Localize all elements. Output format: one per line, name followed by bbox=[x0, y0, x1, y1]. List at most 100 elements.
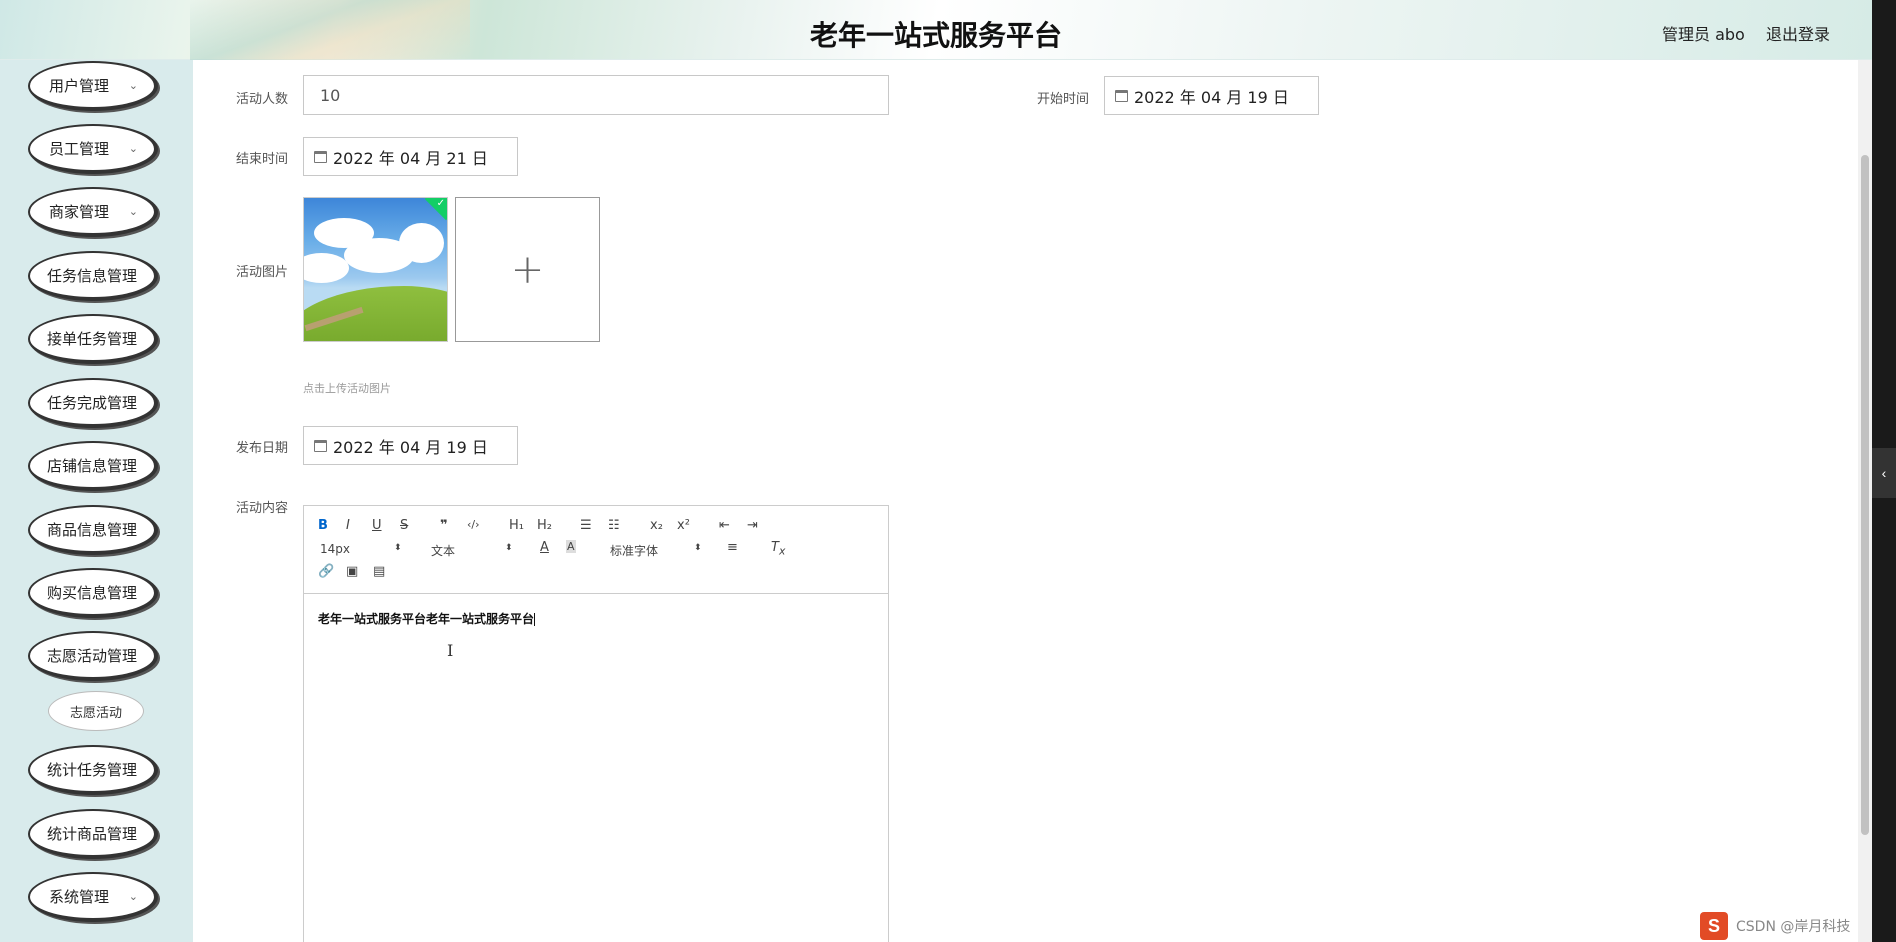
outdent-button[interactable]: ⇤ bbox=[719, 518, 730, 533]
sidebar-item-label: 系统管理 bbox=[48, 887, 109, 906]
sidebar-item-product-info[interactable]: 商品信息管理 bbox=[28, 505, 158, 555]
h1-button[interactable]: H₁ bbox=[509, 518, 524, 533]
image-label: 活动图片 bbox=[236, 265, 289, 280]
sidebar-item-merchant-management[interactable]: 商家管理 ⌄ bbox=[28, 187, 158, 237]
italic-button[interactable]: I bbox=[346, 518, 350, 533]
calendar-icon bbox=[1115, 89, 1128, 102]
sidebar-item-label: 志愿活动管理 bbox=[46, 646, 137, 665]
font-family-select[interactable]: 标准字体 ⬍ bbox=[610, 542, 702, 559]
ordered-list-button[interactable]: ☰ bbox=[580, 518, 592, 533]
start-time-picker[interactable]: 2022 年 04 月 19 日 bbox=[1104, 76, 1319, 115]
sidebar-item-label: 员工管理 bbox=[48, 139, 109, 158]
content-label: 活动内容 bbox=[236, 501, 289, 516]
page-scrollbar[interactable] bbox=[1858, 60, 1872, 942]
font-family-value: 标准字体 bbox=[610, 544, 659, 558]
sidebar-item-volunteer-activity[interactable]: 志愿活动管理 bbox=[28, 631, 158, 681]
sidebar-item-system-management[interactable]: 系统管理 ⌄ bbox=[28, 872, 158, 922]
link-icon[interactable]: 🔗 bbox=[318, 564, 334, 579]
sidebar-item-product-stats[interactable]: 统计商品管理 bbox=[28, 809, 158, 859]
start-time-value: 2022 年 04 月 19 日 bbox=[1134, 87, 1289, 107]
start-time-label: 开始时间 bbox=[1037, 92, 1090, 107]
clear-format-icon[interactable]: Tx bbox=[771, 540, 785, 558]
sidebar-item-task-info[interactable]: 任务信息管理 bbox=[28, 251, 158, 301]
publish-date-picker[interactable]: 2022 年 04 月 19 日 bbox=[303, 426, 518, 465]
blockquote-button[interactable]: ❞ bbox=[440, 518, 448, 533]
bullet-list-button[interactable]: ☷ bbox=[608, 518, 620, 533]
sidebar-item-label: 用户管理 bbox=[48, 76, 109, 95]
sidebar-item-label: 购买信息管理 bbox=[46, 583, 137, 602]
strike-button[interactable]: S bbox=[400, 518, 408, 533]
upload-hint: 点击上传活动图片 bbox=[303, 382, 391, 395]
image-upload-button[interactable]: + bbox=[455, 197, 600, 342]
sidebar-item-shop-info[interactable]: 店铺信息管理 bbox=[28, 441, 158, 491]
chevron-down-icon: ⌄ bbox=[128, 80, 138, 92]
sidebar-item-label: 商品信息管理 bbox=[46, 520, 137, 539]
underline-button[interactable]: U bbox=[372, 518, 382, 533]
bold-button[interactable]: B bbox=[318, 518, 328, 533]
video-icon[interactable]: ▤ bbox=[373, 564, 385, 579]
sidebar-item-label: 任务完成管理 bbox=[46, 393, 137, 412]
sidebar-subitem-volunteer[interactable]: 志愿活动 bbox=[48, 691, 144, 731]
end-time-picker[interactable]: 2022 年 04 月 21 日 bbox=[303, 137, 518, 176]
sidebar-item-label: 统计商品管理 bbox=[46, 824, 137, 843]
select-arrow-icon: ⬍ bbox=[505, 543, 513, 553]
font-color-button[interactable]: A bbox=[540, 540, 549, 555]
sidebar-item-staff-management[interactable]: 员工管理 ⌄ bbox=[28, 124, 158, 174]
code-block-button[interactable]: ‹/› bbox=[467, 518, 480, 531]
sidebar: 用户管理 ⌄ 员工管理 ⌄ 商家管理 ⌄ 任务信息管理 接单任务管理 任务完成管… bbox=[0, 60, 193, 942]
end-time-value: 2022 年 04 月 21 日 bbox=[333, 148, 488, 168]
font-size-value: 14px bbox=[320, 542, 350, 556]
subscript-button[interactable]: x₂ bbox=[650, 518, 663, 533]
cloud-shape bbox=[399, 223, 444, 263]
font-size-select[interactable]: 14px ⬍ bbox=[320, 542, 402, 556]
chevron-down-icon: ⌄ bbox=[128, 143, 138, 155]
h2-button[interactable]: H₂ bbox=[537, 518, 552, 533]
participants-input[interactable]: 10 bbox=[303, 75, 889, 115]
rich-text-editor[interactable]: B I U S ❞ ‹/› H₁ H₂ ☰ ☷ x₂ x² ⇤ ⇥ 14px ⬍… bbox=[303, 505, 889, 942]
watermark-text: CSDN @岸月科技 bbox=[1736, 919, 1851, 935]
page-title: 老年一站式服务平台 bbox=[809, 19, 1062, 52]
sidebar-item-purchase-info[interactable]: 购买信息管理 bbox=[28, 568, 158, 618]
calendar-icon bbox=[314, 150, 327, 163]
check-icon: ✓ bbox=[436, 198, 445, 209]
uploaded-image-thumbnail[interactable]: ✓ bbox=[303, 197, 448, 342]
chevron-down-icon: ⌄ bbox=[128, 891, 138, 903]
csdn-logo-icon: S bbox=[1700, 912, 1728, 940]
chevron-left-icon[interactable]: ‹ bbox=[1872, 448, 1896, 498]
header-format-value: 文本 bbox=[431, 544, 456, 558]
superscript-button[interactable]: x² bbox=[677, 518, 690, 533]
select-arrow-icon: ⬍ bbox=[694, 543, 702, 553]
logout-link[interactable]: 退出登录 bbox=[1766, 21, 1830, 45]
editor-content[interactable]: 老年一站式服务平台老年一站式服务平台 bbox=[318, 610, 536, 627]
indent-button[interactable]: ⇥ bbox=[747, 518, 758, 533]
text-caret bbox=[534, 613, 536, 626]
sidebar-item-label: 店铺信息管理 bbox=[46, 456, 137, 475]
header-format-select[interactable]: 文本 ⬍ bbox=[431, 542, 513, 559]
top-header: 老年一站式服务平台 管理员 abo 退出登录 bbox=[0, 0, 1872, 60]
chevron-down-icon: ⌄ bbox=[128, 206, 138, 218]
editor-content-text: 老年一站式服务平台老年一站式服务平台 bbox=[318, 612, 535, 626]
sidebar-item-order-task[interactable]: 接单任务管理 bbox=[28, 314, 158, 364]
background-color-button[interactable]: A bbox=[566, 540, 576, 553]
sidebar-item-label: 任务信息管理 bbox=[46, 266, 137, 285]
sidebar-item-task-stats[interactable]: 统计任务管理 bbox=[28, 745, 158, 795]
sidebar-item-label: 接单任务管理 bbox=[46, 329, 137, 348]
sidebar-item-user-management[interactable]: 用户管理 ⌄ bbox=[28, 61, 158, 111]
sidebar-item-label: 统计任务管理 bbox=[46, 760, 137, 779]
end-time-label: 结束时间 bbox=[236, 152, 289, 167]
plus-icon: + bbox=[510, 246, 545, 293]
sidebar-item-task-complete[interactable]: 任务完成管理 bbox=[28, 378, 158, 428]
scrollbar-thumb[interactable] bbox=[1861, 155, 1869, 835]
admin-user-label: 管理员 abo bbox=[1662, 25, 1745, 44]
calendar-icon bbox=[314, 439, 327, 452]
image-icon[interactable]: ▣ bbox=[346, 564, 358, 579]
participants-label: 活动人数 bbox=[236, 92, 289, 107]
watermark: S CSDN @岸月科技 bbox=[1700, 912, 1850, 940]
select-arrow-icon: ⬍ bbox=[394, 543, 402, 553]
publish-date-value: 2022 年 04 月 19 日 bbox=[333, 437, 488, 457]
align-icon[interactable]: ≡ bbox=[727, 540, 738, 555]
editor-toolbar: B I U S ❞ ‹/› H₁ H₂ ☰ ☷ x₂ x² ⇤ ⇥ 14px ⬍… bbox=[304, 506, 888, 594]
sidebar-item-label: 商家管理 bbox=[48, 202, 109, 221]
mouse-cursor-icon: I bbox=[447, 641, 454, 660]
publish-date-label: 发布日期 bbox=[236, 441, 289, 456]
